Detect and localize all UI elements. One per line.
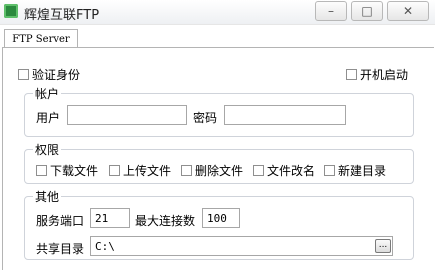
perm-rename-label: 文件改名: [267, 164, 316, 178]
perm-mkdir-box[interactable]: [324, 165, 335, 176]
close-button[interactable]: ✕: [387, 1, 429, 21]
perm-download[interactable]: 下载文件: [36, 162, 98, 179]
tab-ftp-server[interactable]: FTP Server: [4, 29, 78, 48]
window-controls: – □ ✕: [315, 1, 429, 21]
perm-mkdir-label: 新建目录: [338, 164, 387, 178]
window-title: 辉煌互联FTP: [24, 8, 100, 23]
perm-rename[interactable]: 文件改名: [253, 162, 315, 179]
port-input[interactable]: [90, 208, 130, 228]
perm-download-label: 下载文件: [50, 164, 99, 178]
password-label: 密码: [193, 111, 218, 125]
auth-checkbox-box[interactable]: [18, 69, 29, 80]
user-input[interactable]: [67, 105, 187, 125]
perm-download-box[interactable]: [36, 165, 47, 176]
perm-delete-box[interactable]: [181, 165, 192, 176]
restore-button[interactable]: □: [351, 1, 383, 21]
auth-checkbox[interactable]: 验证身份: [18, 66, 80, 83]
other-group-title: 其他: [33, 188, 62, 205]
perm-delete-label: 删除文件: [195, 164, 244, 178]
port-label: 服务端口: [36, 214, 85, 228]
autostart-checkbox-box[interactable]: [346, 69, 357, 80]
minimize-button[interactable]: –: [315, 1, 347, 21]
auth-checkbox-label: 验证身份: [32, 68, 81, 82]
autostart-checkbox-label: 开机启动: [360, 68, 409, 82]
share-path-input[interactable]: [90, 236, 393, 256]
user-label: 用户: [36, 111, 61, 125]
maxconn-label: 最大连接数: [135, 214, 196, 228]
autostart-checkbox[interactable]: 开机启动: [346, 66, 408, 83]
browse-button[interactable]: ...: [375, 239, 391, 253]
perm-upload-box[interactable]: [109, 165, 120, 176]
perm-upload-label: 上传文件: [123, 164, 172, 178]
share-label: 共享目录: [36, 242, 85, 256]
password-input[interactable]: [224, 105, 346, 125]
perm-rename-box[interactable]: [253, 165, 264, 176]
maxconn-input[interactable]: [202, 208, 240, 228]
account-group-title: 帐户: [33, 85, 62, 102]
perm-delete[interactable]: 删除文件: [181, 162, 243, 179]
title-bar[interactable]: 辉煌互联FTP – □ ✕: [0, 0, 435, 25]
perm-upload[interactable]: 上传文件: [109, 162, 171, 179]
permissions-group-title: 权限: [33, 141, 62, 158]
perm-mkdir[interactable]: 新建目录: [324, 162, 386, 179]
app-icon: [4, 4, 18, 18]
